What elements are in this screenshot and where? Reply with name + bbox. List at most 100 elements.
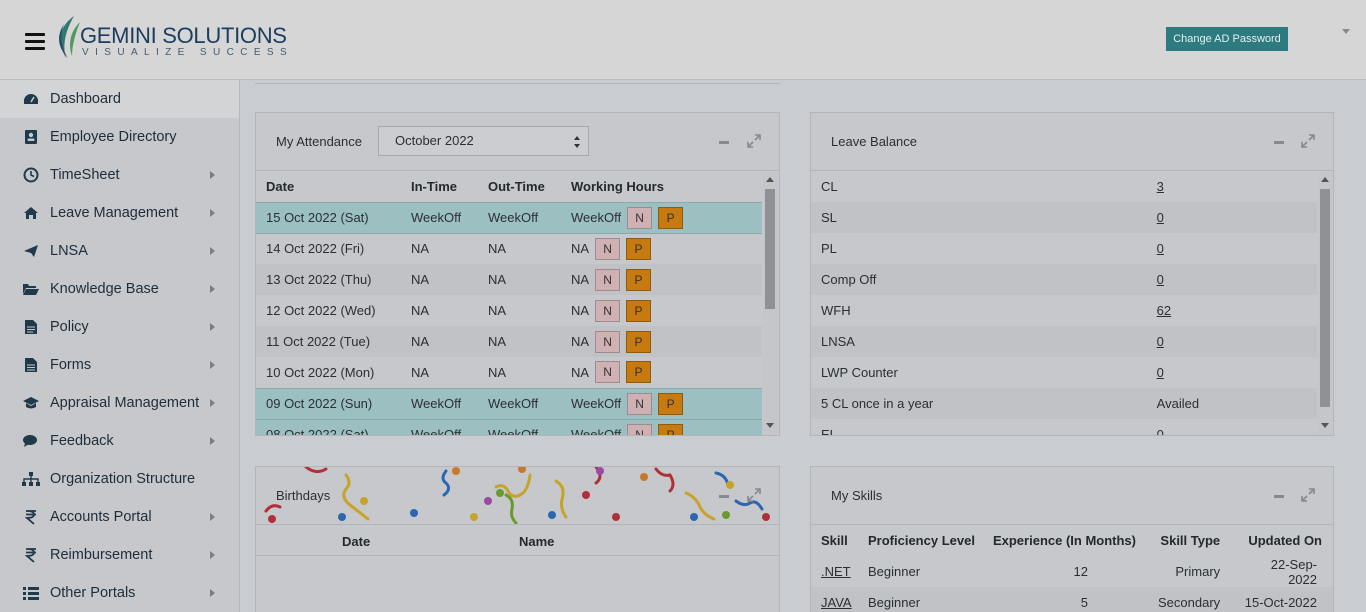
n-button[interactable]: N — [627, 392, 653, 415]
expand-icon[interactable] — [747, 488, 761, 502]
skills-table: Skill Proficiency Level Experience (In M… — [811, 525, 1333, 612]
n-button[interactable]: N — [595, 330, 621, 353]
leave-row: EL 0 — [811, 419, 1317, 435]
leave-type: PL — [821, 241, 837, 256]
sidebar-item-leave-management[interactable]: Leave Management — [0, 194, 239, 232]
skill-cell: JAVA — [811, 587, 858, 612]
document-icon — [22, 319, 40, 335]
sidebar-item-employee-directory[interactable]: Employee Directory — [0, 118, 239, 156]
n-button[interactable]: N — [595, 237, 621, 260]
scroll-down-icon[interactable] — [1321, 423, 1329, 428]
working-hours-cell: WeekOff N P — [561, 388, 762, 419]
p-button[interactable]: P — [626, 299, 652, 322]
confetti-decoration-icon — [264, 467, 770, 524]
n-button[interactable]: N — [595, 299, 621, 322]
leave-value-link[interactable]: 0 — [1157, 365, 1164, 380]
scroll-thumb[interactable] — [1320, 189, 1330, 407]
scroll-down-icon[interactable] — [766, 423, 774, 428]
n-button[interactable]: N — [595, 361, 621, 384]
hours-value: NA — [571, 334, 590, 349]
out-time-cell: NA — [488, 241, 507, 257]
sidebar-item-lnsa[interactable]: LNSA — [0, 232, 239, 270]
leave-value: Availed — [1156, 396, 1200, 411]
dashboard-icon — [22, 91, 40, 107]
p-button[interactable]: P — [658, 206, 684, 229]
skill-row: JAVA Beginner 5 Secondary 15-Oct-2022 — [811, 587, 1333, 612]
out-time-cell: NA — [488, 364, 507, 380]
experience-cell: 12 — [1073, 564, 1088, 579]
expand-icon[interactable] — [1301, 134, 1315, 148]
attendance-scrollbar[interactable] — [763, 173, 777, 435]
leave-row: WFH 62 — [811, 295, 1317, 326]
leave-value-link[interactable]: 0 — [1157, 241, 1164, 256]
p-button[interactable]: P — [658, 423, 684, 435]
attendance-title: My Attendance — [276, 134, 362, 149]
date-cell: 15 Oct 2022 (Sat) — [256, 202, 401, 233]
leave-value-link[interactable]: 0 — [1157, 210, 1164, 225]
change-ad-password-button[interactable]: Change AD Password — [1166, 27, 1288, 51]
hamburger-menu-icon[interactable] — [25, 33, 45, 50]
sidebar-item-label: Policy — [50, 319, 89, 335]
leave-value-link[interactable]: 0 — [1157, 272, 1164, 287]
hours-value: WeekOff — [571, 396, 622, 411]
birthdays-table-header: Date Name — [256, 525, 779, 556]
leave-value-cell: Availed — [1156, 388, 1317, 419]
sidebar-item-reimbursement[interactable]: Reimbursement — [0, 536, 239, 574]
sidebar-item-label: Appraisal Management — [50, 395, 200, 411]
sidebar-item-organization-structure[interactable]: Organization Structure — [0, 460, 239, 498]
scroll-thumb[interactable] — [765, 189, 775, 309]
sidebar-item-appraisal-management[interactable]: Appraisal Management — [0, 384, 239, 422]
leave-type: WFH — [821, 303, 851, 318]
sidebar-item-label: Other Portals — [50, 585, 136, 601]
leave-value-cell: 0 — [1156, 264, 1317, 295]
birthdays-title: Birthdays — [276, 488, 331, 503]
expand-icon[interactable] — [747, 134, 761, 148]
leave-value-link[interactable]: 62 — [1157, 303, 1171, 318]
sidebar-item-policy[interactable]: Policy — [0, 308, 239, 346]
leave-value-link[interactable]: 3 — [1157, 179, 1164, 194]
chevron-right-icon — [210, 171, 215, 179]
month-select[interactable]: October 2022 — [378, 126, 589, 156]
minimize-icon[interactable] — [1274, 141, 1284, 144]
n-button[interactable]: N — [627, 206, 653, 229]
leave-value-link[interactable]: 0 — [1157, 334, 1164, 349]
col-out-time: Out-Time — [488, 178, 545, 194]
expand-icon[interactable] — [1301, 488, 1315, 502]
attendance-panel: My Attendance October 2022 Date In-Time … — [255, 112, 780, 436]
p-button[interactable]: P — [626, 268, 652, 291]
leave-value-link[interactable]: 0 — [1157, 427, 1164, 435]
col-in-time: In-Time — [411, 178, 457, 194]
leave-row: CL 3 — [811, 171, 1317, 202]
sidebar-item-feedback[interactable]: Feedback — [0, 422, 239, 460]
company-logo[interactable]: GEMINI SOLUTIONS VISUALIZE SUCCESS — [54, 14, 294, 62]
chevron-right-icon — [210, 247, 215, 255]
p-button[interactable]: P — [626, 361, 652, 384]
p-button[interactable]: P — [626, 330, 652, 353]
skill-link[interactable]: .NET — [821, 564, 851, 579]
sidebar-item-accounts-portal[interactable]: Accounts Portal — [0, 498, 239, 536]
chevron-right-icon — [210, 209, 215, 217]
minimize-icon[interactable] — [719, 495, 729, 498]
user-dropdown-caret-icon[interactable] — [1342, 29, 1350, 34]
sidebar-item-forms[interactable]: Forms — [0, 346, 239, 384]
sidebar-item-label: LNSA — [50, 243, 88, 259]
p-button[interactable]: P — [626, 237, 652, 260]
sidebar-item-timesheet[interactable]: TimeSheet — [0, 156, 239, 194]
hours-value: NA — [571, 272, 590, 287]
sidebar-item-dashboard[interactable]: Dashboard — [0, 80, 239, 118]
skill-link[interactable]: JAVA — [821, 595, 852, 610]
scroll-up-icon[interactable] — [1321, 177, 1329, 182]
n-button[interactable]: N — [595, 268, 621, 291]
leave-scrollbar[interactable] — [1318, 173, 1332, 435]
sidebar-item-other-portals[interactable]: Other Portals — [0, 574, 239, 612]
scroll-up-icon[interactable] — [766, 177, 774, 182]
working-hours-cell: NA N P — [561, 264, 762, 295]
minimize-icon[interactable] — [1274, 495, 1284, 498]
hours-value: NA — [571, 241, 590, 257]
p-button[interactable]: P — [658, 392, 684, 415]
leave-value-cell: 0 — [1157, 233, 1317, 264]
n-button[interactable]: N — [627, 423, 653, 435]
minimize-icon[interactable] — [719, 141, 729, 144]
leave-type: Comp Off — [811, 264, 1157, 295]
sidebar-item-knowledge-base[interactable]: Knowledge Base — [0, 270, 239, 308]
